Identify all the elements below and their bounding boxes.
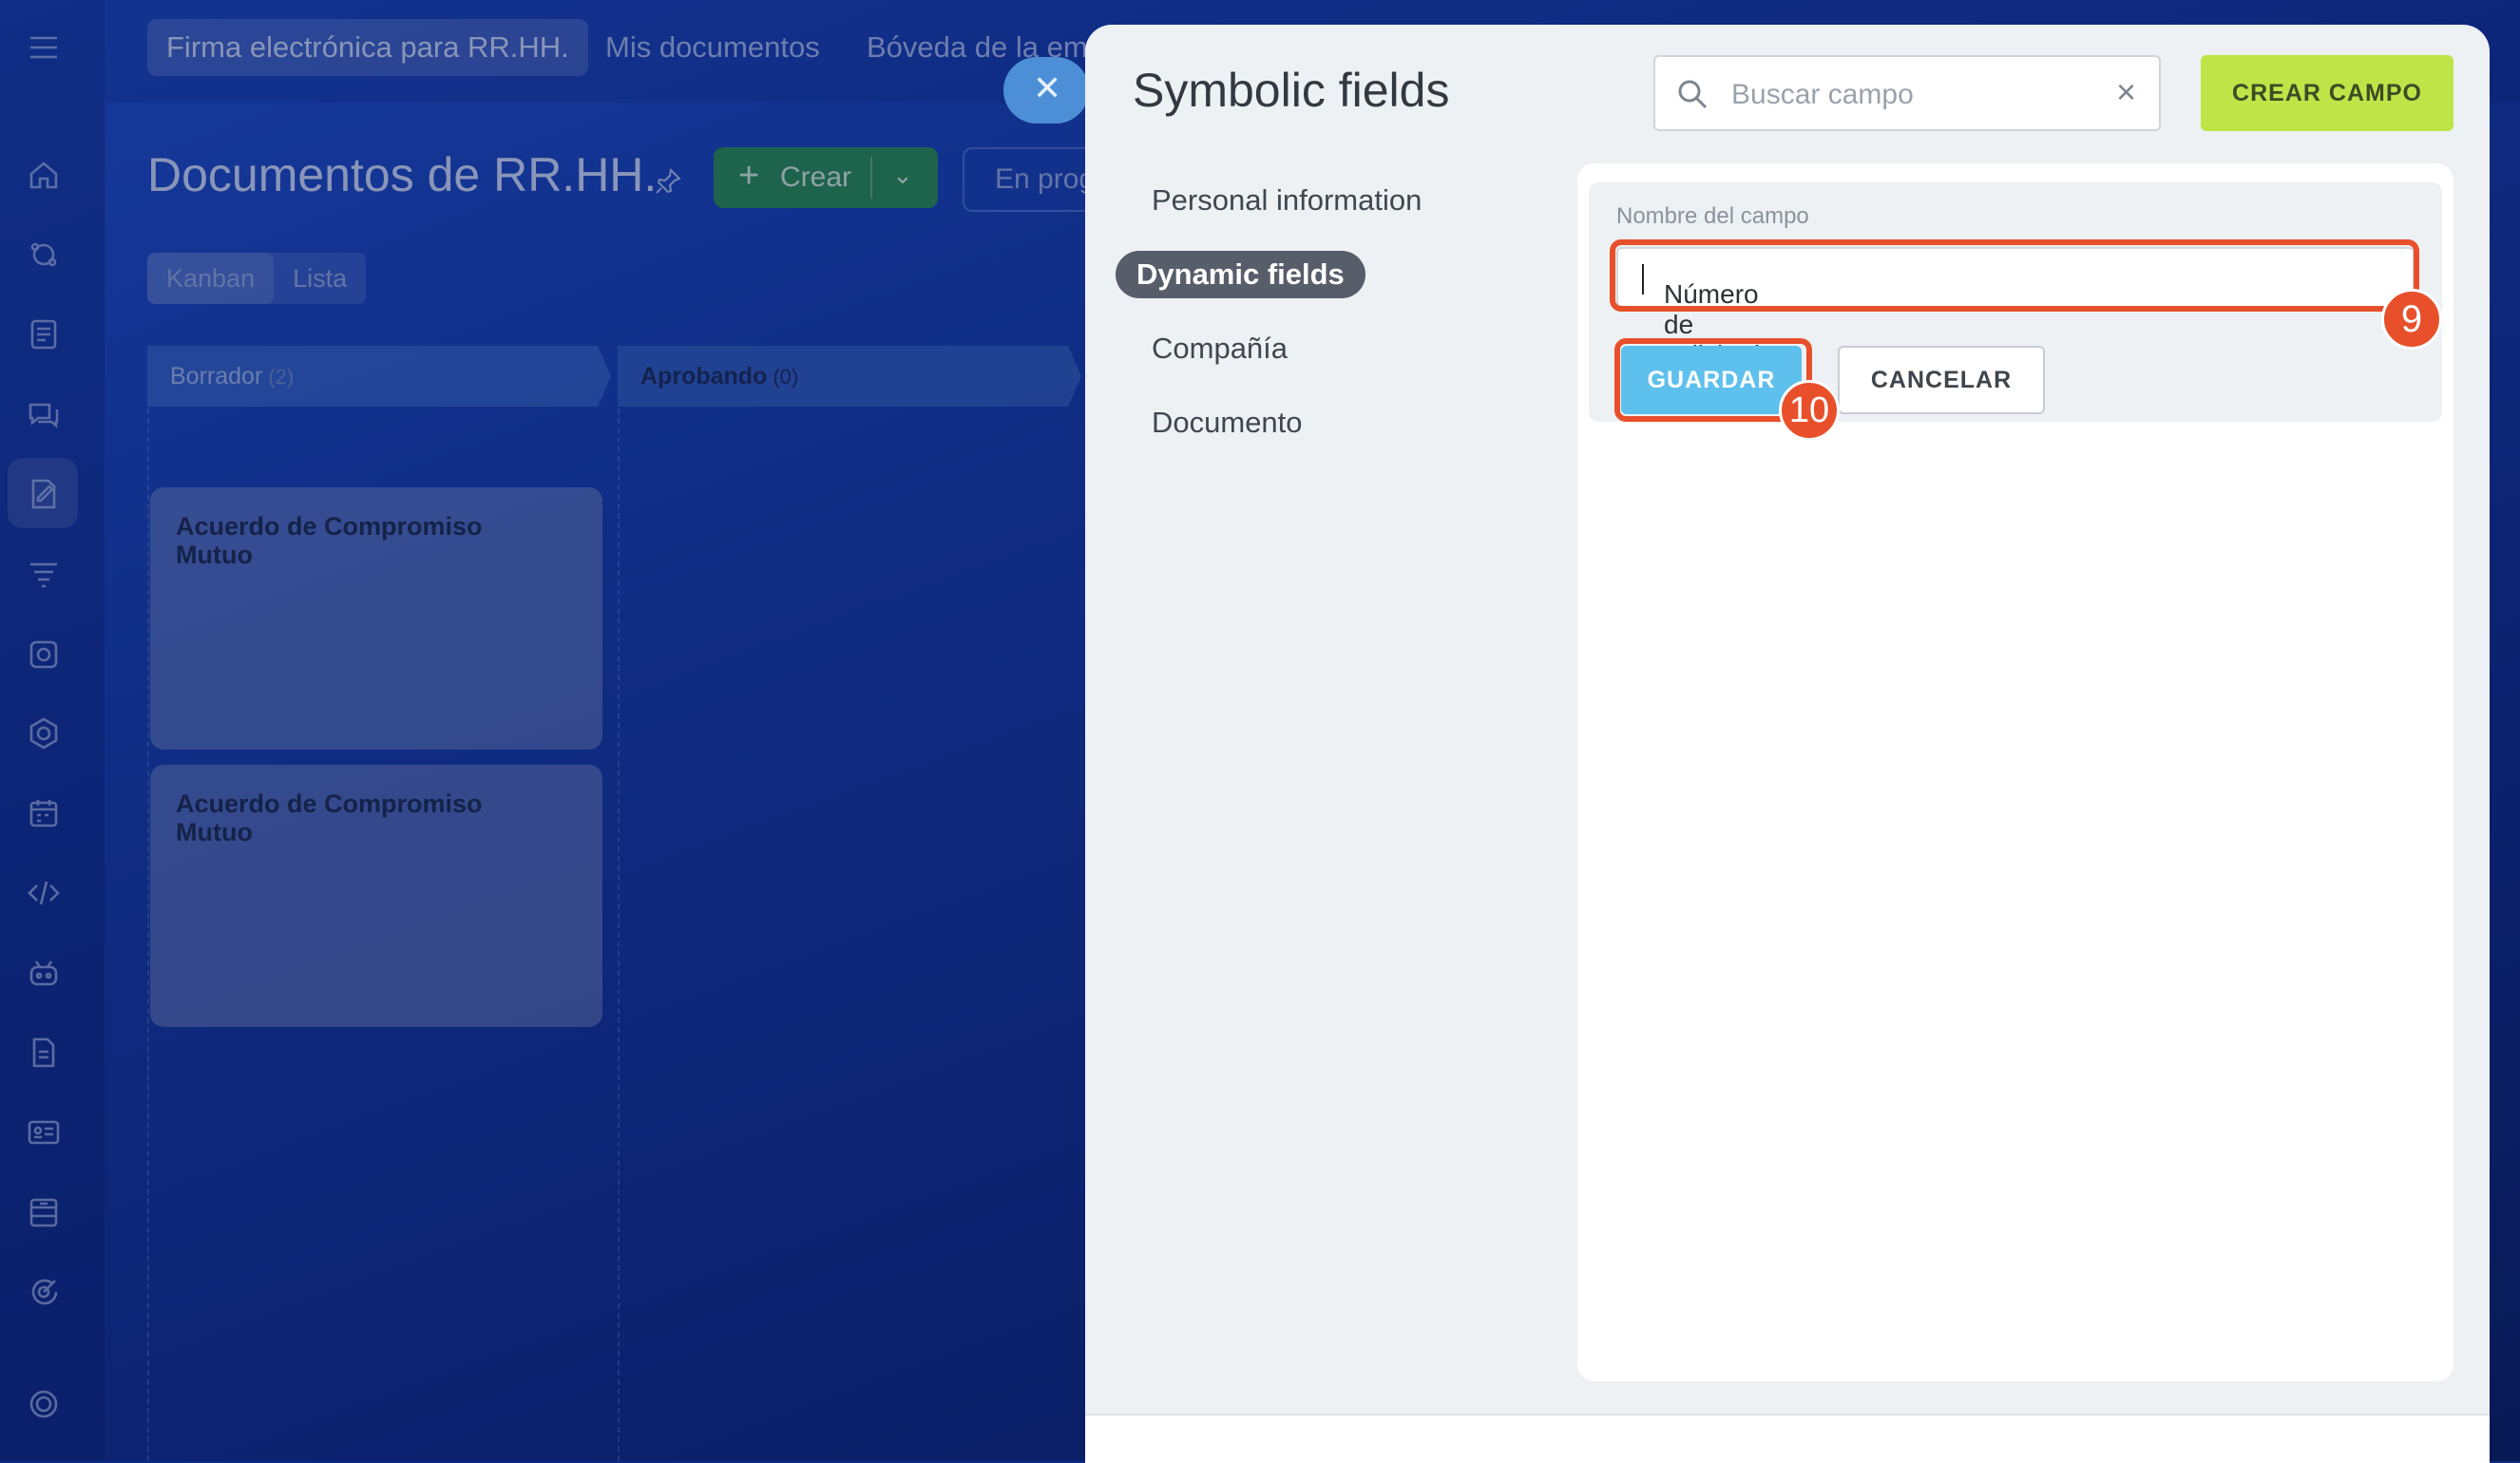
clear-search-icon[interactable]: × xyxy=(2116,72,2136,112)
search-input[interactable]: Buscar campo xyxy=(1731,79,1914,111)
create-field-button[interactable]: CREAR CAMPO xyxy=(2201,55,2453,131)
nav-documento[interactable]: Documento xyxy=(1131,399,1324,446)
nav-personal-information[interactable]: Personal information xyxy=(1131,177,1442,224)
search-icon xyxy=(1678,80,1708,109)
step-badge-10: 10 xyxy=(1779,380,1840,441)
field-edit-form: Nombre del campo Número de solicitud GUA… xyxy=(1589,182,2442,441)
search-field[interactable]: Buscar campo × xyxy=(1653,55,2161,131)
close-icon: ✕ xyxy=(1033,68,1062,107)
highlight-frame-input xyxy=(1610,239,2419,312)
cancel-button[interactable]: CANCELAR xyxy=(1838,346,2045,414)
close-panel-button[interactable]: ✕ xyxy=(1003,57,1089,124)
nav-compania[interactable]: Compañía xyxy=(1131,325,1308,372)
fields-content-card: Nombre del campo Número de solicitud GUA… xyxy=(1577,163,2453,1381)
symbolic-fields-panel: Symbolic fields Buscar campo × CREAR CAM… xyxy=(1085,25,2490,1463)
step-badge-9: 9 xyxy=(2381,289,2442,350)
panel-footer xyxy=(1085,1414,2490,1463)
nav-dynamic-fields[interactable]: Dynamic fields xyxy=(1116,251,1365,298)
field-name-label: Nombre del campo xyxy=(1616,203,1809,229)
panel-title: Symbolic fields xyxy=(1133,64,1450,117)
